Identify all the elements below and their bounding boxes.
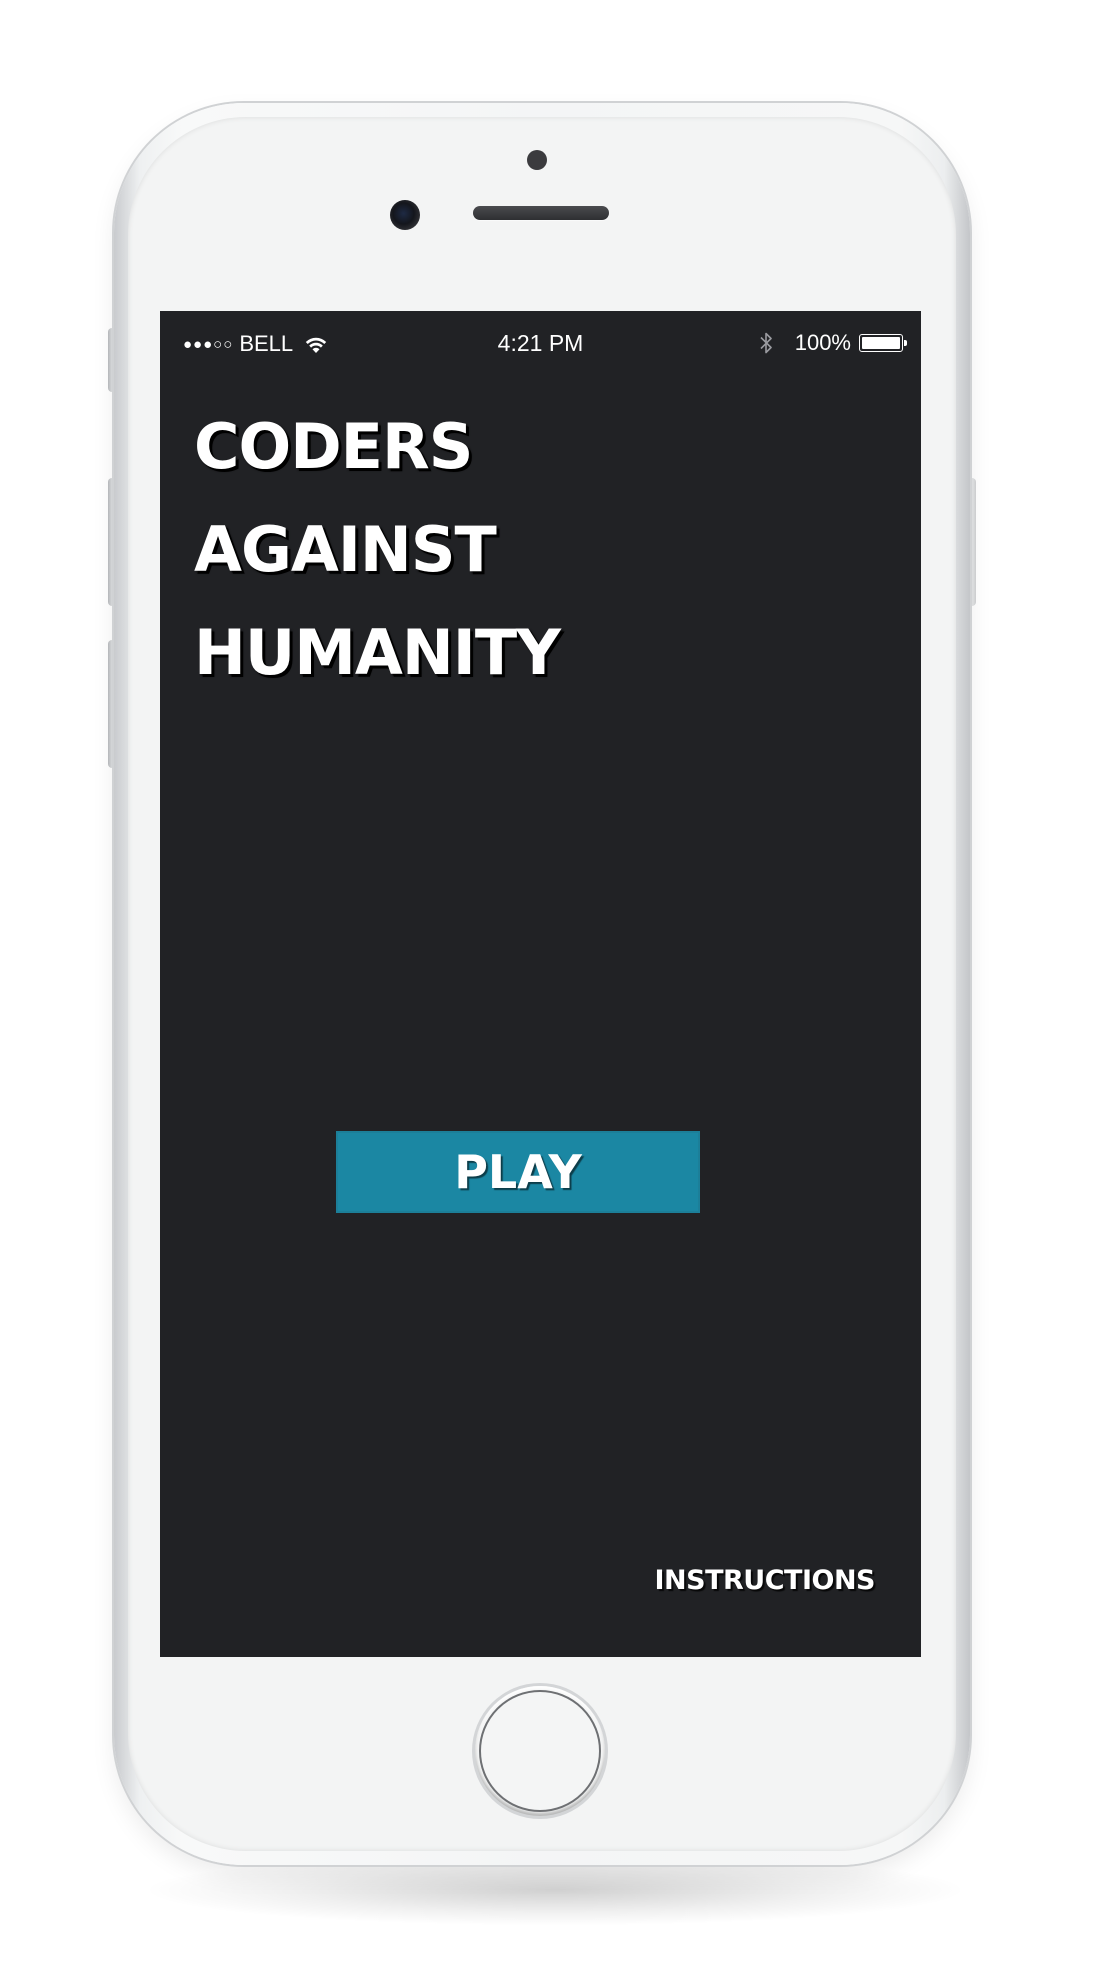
title-line-2: AGAINST <box>194 513 497 586</box>
proximity-sensor <box>527 150 547 170</box>
front-camera <box>390 200 420 230</box>
title-line-1: CODERS <box>194 410 473 483</box>
status-right: 100% <box>759 330 907 356</box>
battery-fill <box>862 337 900 349</box>
earpiece-speaker <box>473 206 609 220</box>
battery-cap <box>904 340 907 346</box>
phone-screen: ●●●○○ BELL 4:21 PM 100% CODERS AGAINST H… <box>160 311 921 1657</box>
title-line-3: HUMANITY <box>194 616 561 689</box>
play-button[interactable]: PLAY <box>336 1131 700 1213</box>
phone-shadow <box>150 1855 960 1925</box>
page: ●●●○○ BELL 4:21 PM 100% CODERS AGAINST H… <box>0 0 1106 1988</box>
home-button[interactable] <box>475 1686 605 1816</box>
app-title: CODERS AGAINST HUMANITY <box>194 395 561 704</box>
status-bar: ●●●○○ BELL 4:21 PM 100% <box>160 311 921 381</box>
home-button-ring <box>479 1690 601 1812</box>
instructions-link[interactable]: INSTRUCTIONS <box>655 1565 876 1596</box>
battery-percentage: 100% <box>794 330 851 355</box>
battery-icon <box>859 334 907 352</box>
bluetooth-icon <box>760 332 772 354</box>
